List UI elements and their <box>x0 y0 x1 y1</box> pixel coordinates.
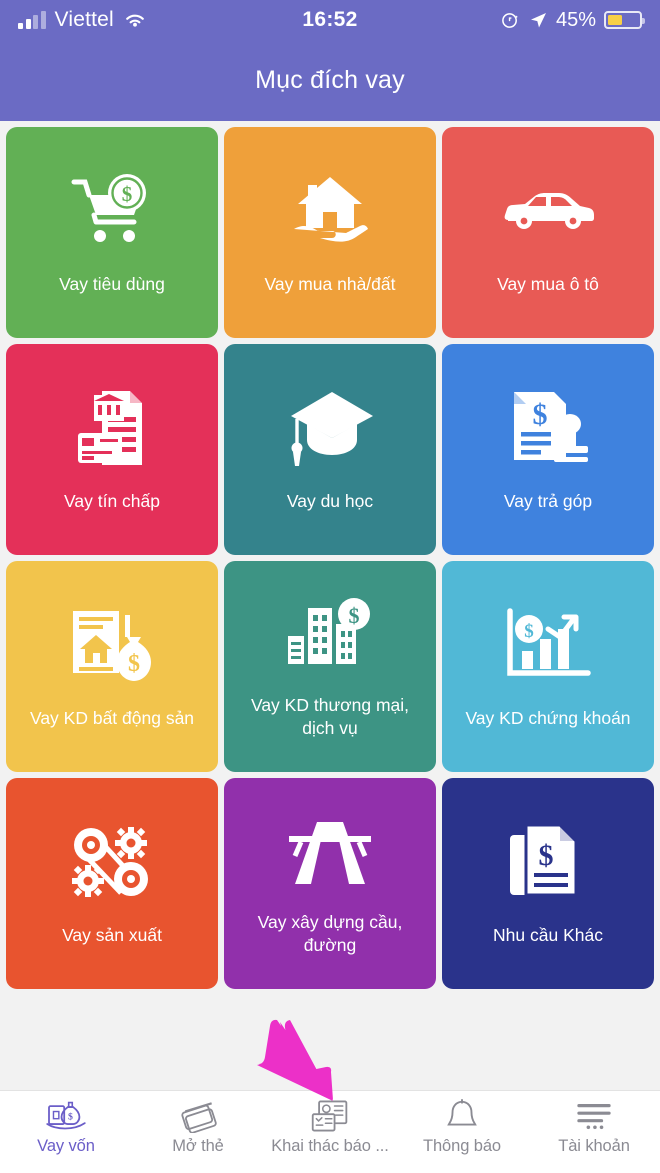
car-icon <box>502 163 594 259</box>
documents-dollar-icon: $ <box>506 814 590 910</box>
rotation-lock-icon <box>502 12 518 28</box>
tile-stock-chart-money[interactable]: $ Vay KD chứng khoán <box>442 561 654 772</box>
nav-item-bell[interactable]: Thông báo <box>396 1098 528 1156</box>
svg-text:$: $ <box>349 603 360 628</box>
credit-cards-icon <box>178 1098 218 1134</box>
tile-graduation-cap[interactable]: Vay du học <box>224 344 436 555</box>
menu-lines-icon <box>575 1098 613 1134</box>
nav-item-menu-lines[interactable]: Tài khoản <box>528 1098 660 1156</box>
property-money-bag-icon: $ <box>67 597 157 693</box>
nav-item-label: Vay vốn <box>37 1137 95 1155</box>
svg-text:$: $ <box>68 1112 73 1123</box>
stock-chart-money-icon: $ <box>504 597 592 693</box>
tile-car[interactable]: Vay mua ô tô <box>442 127 654 338</box>
status-bar: Viettel 16:52 45% <box>0 0 660 40</box>
tile-shopping-cart-money[interactable]: $ Vay tiêu dùng <box>6 127 218 338</box>
tile-label: Vay KD thương mại, dịch vụ <box>250 694 410 738</box>
battery-icon <box>604 11 645 29</box>
tile-highway-road[interactable]: Vay xây dựng cầu, đường <box>224 778 436 989</box>
house-in-hand-icon <box>290 163 370 259</box>
nav-item-loan-money[interactable]: $ Vay vốn <box>0 1098 132 1156</box>
tile-documents-dollar[interactable]: $ Nhu cầu Khác <box>442 778 654 989</box>
tile-label: Vay KD bất động sản <box>29 708 195 728</box>
tile-label: Vay du học <box>286 491 374 511</box>
loan-purpose-grid: $ Vay tiêu dùng Vay mua nhà/đất Vay mua … <box>0 121 660 1001</box>
tile-label: Nhu cầu Khác <box>493 925 603 945</box>
tile-label: Vay mua nhà/đất <box>264 274 396 294</box>
highway-road-icon <box>287 805 373 901</box>
tile-label: Vay KD chứng khoán <box>465 708 631 728</box>
tile-label: Vay trả góp <box>503 491 593 511</box>
nav-item-label: Mở thẻ <box>172 1137 224 1155</box>
app-header: Mục đích vay <box>0 40 660 121</box>
nav-item-report-page[interactable]: Khai thác báo ... <box>264 1098 396 1156</box>
nav-item-label: Khai thác báo ... <box>271 1137 389 1155</box>
gears-belt-icon <box>69 814 155 910</box>
tile-house-in-hand[interactable]: Vay mua nhà/đất <box>224 127 436 338</box>
tile-documents-card[interactable]: Vay tín chấp <box>6 344 218 555</box>
svg-text:$: $ <box>128 651 140 677</box>
status-bar-right: 45% <box>501 8 645 32</box>
buildings-money-icon: $ <box>286 588 374 684</box>
location-arrow-icon <box>530 13 546 28</box>
tile-label: Vay tiêu dùng <box>59 274 165 294</box>
loan-money-icon: $ <box>45 1098 87 1134</box>
page-title: Mục đích vay <box>255 66 405 94</box>
nav-item-label: Thông báo <box>423 1137 501 1155</box>
tile-invoice-stamp[interactable]: $ Vay trả góp <box>442 344 654 555</box>
tile-property-money-bag[interactable]: $ Vay KD bất động sản <box>6 561 218 772</box>
svg-text:$: $ <box>539 839 554 872</box>
shopping-cart-money-icon: $ <box>70 163 154 259</box>
bell-icon <box>445 1098 479 1134</box>
tile-label: Vay tín chấp <box>64 491 160 511</box>
documents-card-icon <box>72 380 152 476</box>
graduation-cap-icon <box>285 380 375 476</box>
invoice-stamp-icon: $ <box>506 380 590 476</box>
tile-gears-belt[interactable]: Vay sản xuất <box>6 778 218 989</box>
svg-text:$: $ <box>122 182 133 206</box>
signal-bars-icon <box>18 11 46 29</box>
bottom-navigation-bar: $ Vay vốn Mở thẻ Khai thác báo ... Thông… <box>0 1090 660 1173</box>
battery-percent-label: 45% <box>555 8 596 31</box>
svg-text:$: $ <box>524 621 534 642</box>
nav-item-label: Tài khoản <box>558 1137 630 1155</box>
svg-text:$: $ <box>533 398 548 431</box>
tile-label: Vay mua ô tô <box>497 274 599 294</box>
tile-label: Vay xây dựng cầu, đường <box>257 911 403 955</box>
wifi-icon <box>126 14 144 27</box>
tile-buildings-money[interactable]: $ Vay KD thương mại, dịch vụ <box>224 561 436 772</box>
tile-label: Vay sản xuất <box>62 925 162 945</box>
report-page-icon <box>310 1098 350 1134</box>
status-bar-left: Viettel <box>18 8 147 32</box>
nav-item-credit-cards[interactable]: Mở thẻ <box>132 1098 264 1156</box>
carrier-label: Viettel <box>54 8 114 31</box>
